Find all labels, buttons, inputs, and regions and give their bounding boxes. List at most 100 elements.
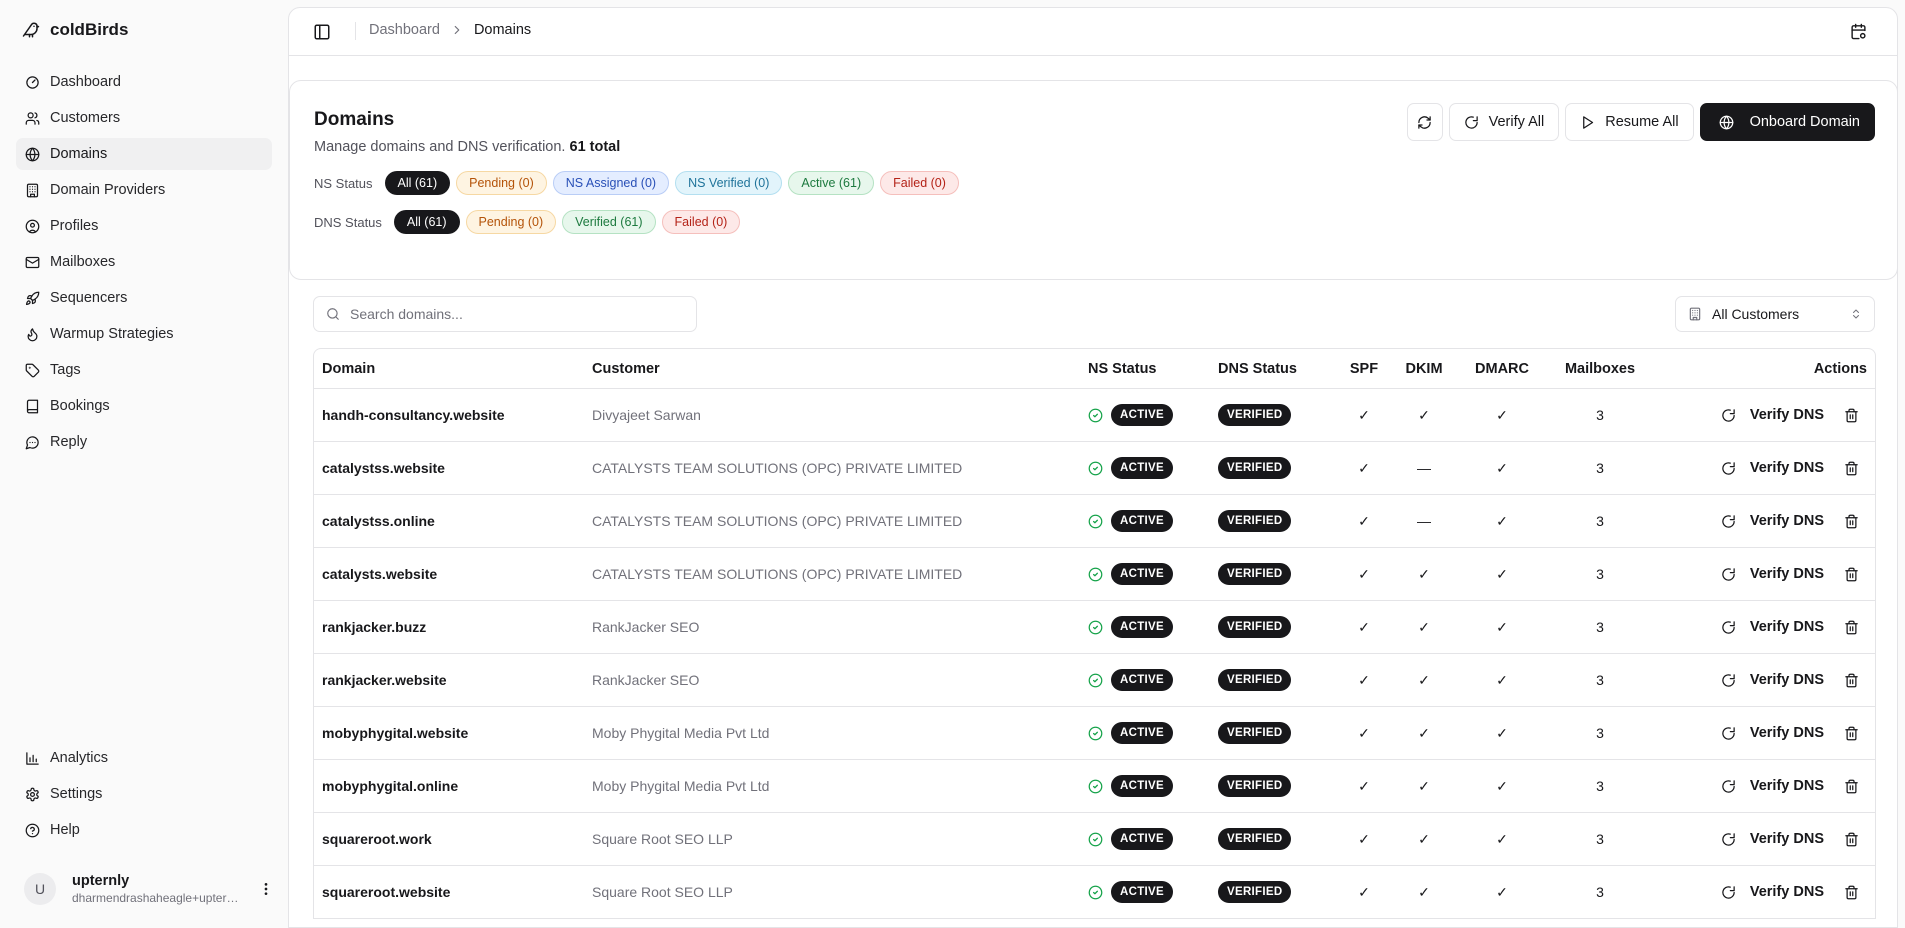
verify-dns-button[interactable]: Verify DNS <box>1721 407 1824 423</box>
trash-icon[interactable] <box>1844 726 1859 741</box>
spf-cell: ✓ <box>1334 725 1394 742</box>
sidebar-item-warmup-strategies[interactable]: Warmup Strategies <box>16 318 272 350</box>
dkim-cell: — <box>1394 460 1454 476</box>
dmarc-mark: ✓ <box>1496 724 1508 741</box>
ns-status-cell: ACTIVE <box>1080 881 1210 903</box>
verify-dns-button[interactable]: Verify DNS <box>1721 884 1824 900</box>
ns-filter-pending[interactable]: Pending (0) <box>456 171 547 195</box>
verify-dns-button[interactable]: Verify DNS <box>1721 619 1824 635</box>
verify-dns-label: Verify DNS <box>1749 778 1824 794</box>
domain-cell: mobyphygital.website <box>322 725 469 741</box>
dns-filter-all[interactable]: All (61) <box>393 210 460 234</box>
verify-all-label: Verify All <box>1488 114 1545 130</box>
subtitle-text: Manage domains and DNS verification. <box>314 139 566 155</box>
search-box <box>313 296 697 332</box>
refresh-button[interactable] <box>1406 103 1443 141</box>
verify-dns-button[interactable]: Verify DNS <box>1721 725 1824 741</box>
resume-all-button[interactable]: Resume All <box>1565 103 1694 141</box>
sidebar-item-sequencers[interactable]: Sequencers <box>16 282 272 314</box>
globe-icon <box>1719 115 1734 130</box>
sidebar-item-domain-providers[interactable]: Domain Providers <box>16 174 272 206</box>
actions-cell: Verify DNS <box>1650 566 1875 582</box>
spf-mark: ✓ <box>1358 512 1370 529</box>
ns-status-cell: ACTIVE <box>1080 828 1210 850</box>
ns-status-badge: ACTIVE <box>1111 457 1173 479</box>
dns-filter-pending[interactable]: Pending (0) <box>465 210 557 234</box>
dmarc-mark: ✓ <box>1496 406 1508 423</box>
customer-select[interactable]: All Customers <box>1675 296 1875 332</box>
ns-filter-ns-verified[interactable]: NS Verified (0) <box>675 171 783 195</box>
onboard-domain-button[interactable]: Onboard Domain <box>1699 103 1875 141</box>
mailboxes-cell: 3 <box>1596 407 1604 423</box>
sidebar-item-mailboxes[interactable]: Mailboxes <box>16 246 272 278</box>
verify-dns-label: Verify DNS <box>1749 513 1824 529</box>
sidebar-item-analytics[interactable]: Analytics <box>16 742 272 774</box>
check-circle-icon <box>1088 832 1103 847</box>
sidebar-item-profiles[interactable]: Profiles <box>16 210 272 242</box>
domains-table: Domain Customer NS Status DNS Status SPF DKIM… <box>313 348 1876 919</box>
sidebar-item-reply[interactable]: Reply <box>16 426 272 458</box>
verify-dns-label: Verify DNS <box>1749 884 1824 900</box>
sidebar-item-tags[interactable]: Tags <box>16 354 272 386</box>
verify-dns-button[interactable]: Verify DNS <box>1721 566 1824 582</box>
verify-all-button[interactable]: Verify All <box>1448 103 1560 141</box>
actions-cell: Verify DNS <box>1650 884 1875 900</box>
breadcrumb-parent[interactable]: Dashboard <box>369 22 440 38</box>
dns-filter-failed[interactable]: Failed (0) <box>661 210 741 234</box>
ns-status-cell: ACTIVE <box>1080 563 1210 585</box>
trash-icon[interactable] <box>1844 408 1859 423</box>
rotate-icon <box>1464 115 1479 130</box>
trash-icon[interactable] <box>1844 514 1859 529</box>
rotate-icon <box>1721 832 1736 847</box>
mail-icon <box>25 255 40 270</box>
sidebar-item-help[interactable]: Help <box>16 814 272 846</box>
sidebar-item-settings[interactable]: Settings <box>16 778 272 810</box>
verify-dns-button[interactable]: Verify DNS <box>1721 513 1824 529</box>
search-input[interactable] <box>350 306 670 322</box>
trash-icon[interactable] <box>1844 567 1859 582</box>
trash-icon[interactable] <box>1844 673 1859 688</box>
trash-icon[interactable] <box>1844 620 1859 635</box>
verify-dns-button[interactable]: Verify DNS <box>1721 778 1824 794</box>
sidebar-item-dashboard[interactable]: Dashboard <box>16 66 272 98</box>
brand[interactable]: coldBirds <box>22 20 128 40</box>
sidebar: coldBirds Dashboard Customers Domains Domai… <box>0 0 288 928</box>
table-row: rankjacker.website RankJacker SEO ACTIVE VE… <box>314 654 1875 707</box>
trash-icon[interactable] <box>1844 779 1859 794</box>
more-vertical-icon[interactable] <box>258 881 274 897</box>
dkim-mark: — <box>1417 513 1431 529</box>
ns-filter-all[interactable]: All (61) <box>384 171 451 195</box>
sidebar-item-customers[interactable]: Customers <box>16 102 272 134</box>
verify-dns-button[interactable]: Verify DNS <box>1721 831 1824 847</box>
table-row: handh-consultancy.website Divyajeet Sarwa… <box>314 389 1875 442</box>
dmarc-cell: ✓ <box>1454 407 1550 424</box>
sidebar-toggle-icon[interactable] <box>313 23 331 41</box>
verify-dns-label: Verify DNS <box>1749 566 1824 582</box>
trash-icon[interactable] <box>1844 461 1859 476</box>
sidebar-item-bookings[interactable]: Bookings <box>16 390 272 422</box>
tag-icon <box>25 363 40 378</box>
spf-mark: ✓ <box>1358 671 1370 688</box>
dns-filter-verified[interactable]: Verified (61) <box>562 210 656 234</box>
check-circle-icon <box>1088 885 1103 900</box>
dns-status-badge: VERIFIED <box>1218 457 1292 479</box>
user-menu[interactable]: U upternly dharmendrashaheagle+upternly@… <box>24 869 274 909</box>
verify-dns-button[interactable]: Verify DNS <box>1721 460 1824 476</box>
spf-cell: ✓ <box>1334 884 1394 901</box>
customer-select-value: All Customers <box>1712 306 1800 322</box>
trash-icon[interactable] <box>1844 832 1859 847</box>
ns-filter-ns-assigned[interactable]: NS Assigned (0) <box>552 171 670 195</box>
calendar-icon[interactable] <box>1850 23 1867 40</box>
dns-status-cell: VERIFIED <box>1210 457 1334 479</box>
ns-filter-failed[interactable]: Failed (0) <box>880 171 959 195</box>
ns-filter-active[interactable]: Active (61) <box>788 171 875 195</box>
dmarc-mark: ✓ <box>1496 777 1508 794</box>
verify-dns-button[interactable]: Verify DNS <box>1721 672 1824 688</box>
divider <box>355 22 356 40</box>
ns-status-cell: ACTIVE <box>1080 457 1210 479</box>
mailboxes-cell: 3 <box>1596 513 1604 529</box>
customer-cell: RankJacker SEO <box>592 619 700 635</box>
trash-icon[interactable] <box>1844 885 1859 900</box>
refresh-icon <box>1417 115 1432 130</box>
sidebar-item-domains[interactable]: Domains <box>16 138 272 170</box>
